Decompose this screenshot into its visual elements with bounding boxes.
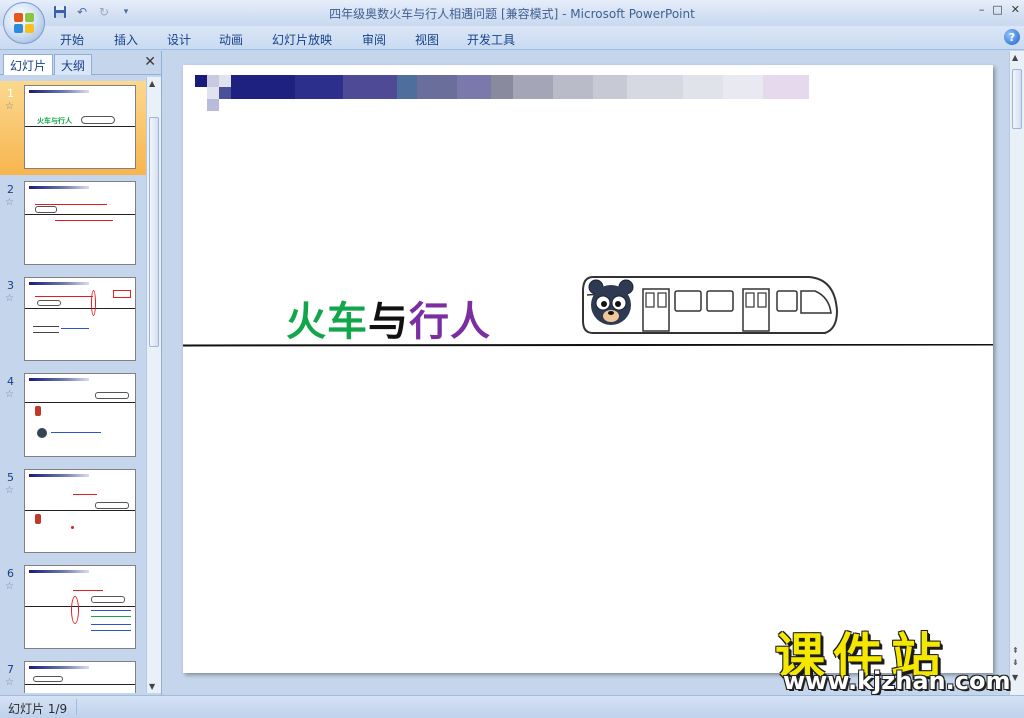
slide-counter: 幻灯片 1/9 [8,702,68,716]
slide-thumbnail-6[interactable]: 6 ☆ [0,561,146,655]
thumbnail-list: 1 ☆ 火车与行人 2 ☆ 3 ☆ 4 ☆ 5 ☆ 6 ☆ 7 ☆ [0,77,146,693]
slide-thumbnail-4[interactable]: 4 ☆ [0,369,146,463]
slide-editing-area: 火车与行人 [163,51,1009,695]
window-controls: – □ ✕ [979,3,1020,16]
slide-preview: 火车与行人 [24,85,136,169]
slides-pane: 幻灯片 大纲 ✕ 1 ☆ 火车与行人 2 ☆ 3 ☆ 4 ☆ 5 ☆ 6 ☆ 7… [0,51,162,695]
tab-view[interactable]: 视图 [415,31,439,48]
status-divider [76,699,77,715]
pane-tabs: 幻灯片 大纲 ✕ [0,51,162,75]
watermark-url: www.kjzhan.com [783,667,1011,695]
slide-thumbnail-2[interactable]: 2 ☆ [0,177,146,271]
scroll-up-icon[interactable]: ▲ [149,79,155,88]
help-icon[interactable]: ? [1004,29,1020,45]
tab-outline[interactable]: 大纲 [54,54,93,75]
slide-number: 2 [7,183,14,196]
pane-close-icon[interactable]: ✕ [144,54,156,70]
slide-preview [24,469,136,553]
office-logo-icon [14,13,34,33]
slide-preview [24,661,136,693]
tab-animations[interactable]: 动画 [219,31,243,48]
tab-slideshow[interactable]: 幻灯片放映 [272,31,332,48]
animation-star-icon: ☆ [5,389,14,400]
title-bar: ↶ ↻ ▾ 四年级奥数火车与行人相遇问题 [兼容模式] - Microsoft … [0,0,1024,26]
scroll-down-icon[interactable]: ▼ [149,682,155,691]
ground-line [183,344,993,347]
slide-preview [24,565,136,649]
window-title: 四年级奥数火车与行人相遇问题 [兼容模式] - Microsoft PowerP… [329,7,695,21]
slide-number: 4 [7,375,14,388]
tab-slides[interactable]: 幻灯片 [3,54,54,75]
title-part-and: 与 [368,299,409,345]
slide-preview [24,373,136,457]
thumbnail-scrollbar[interactable]: ▲ ▼ [146,77,161,693]
slide-thumbnail-3[interactable]: 3 ☆ [0,273,146,367]
slide-preview [24,277,136,361]
animation-star-icon: ☆ [5,581,14,592]
slide-thumbnail-5[interactable]: 5 ☆ [0,465,146,559]
title-part-train: 火车 [286,299,368,345]
tab-home[interactable]: 开始 [60,31,84,48]
office-button[interactable] [3,2,45,44]
animation-star-icon: ☆ [5,293,14,304]
slide-scrollbar[interactable]: ▲ ⇞ ⇟ ▼ [1009,51,1024,695]
ribbon-tabs: 开始 插入 设计 动画 幻灯片放映 审阅 视图 开发工具 ? [0,26,1024,50]
animation-star-icon: ☆ [5,677,14,688]
current-slide[interactable]: 火车与行人 [183,65,993,673]
minimize-button[interactable]: – [979,3,985,16]
slide-title[interactable]: 火车与行人 [286,289,491,347]
thumb-title: 火车与行人 [37,117,72,125]
animation-star-icon: ☆ [5,197,14,208]
tab-insert[interactable]: 插入 [114,31,138,48]
tab-design[interactable]: 设计 [167,31,191,48]
tab-developer[interactable]: 开发工具 [467,31,515,48]
restore-button[interactable]: □ [992,3,1002,16]
slide-number: 1 [7,87,14,100]
site-watermark: 课件站 www.kjzhan.com [775,617,1015,697]
status-bar: 幻灯片 1/9 [0,695,1024,718]
title-part-pedestrian: 行人 [409,299,491,345]
animation-star-icon: ☆ [5,485,14,496]
animation-star-icon: ☆ [5,101,14,112]
slide-number: 7 [7,663,14,676]
slide-thumbnail-1[interactable]: 1 ☆ 火车与行人 [0,81,146,175]
scrollbar-thumb[interactable] [149,117,159,347]
slide-thumbnail-7[interactable]: 7 ☆ [0,657,146,693]
close-button[interactable]: ✕ [1011,3,1020,16]
train-illustration[interactable] [579,275,841,341]
scroll-up-icon[interactable]: ▲ [1012,53,1018,62]
slide-number: 3 [7,279,14,292]
tab-review[interactable]: 审阅 [362,31,386,48]
slide-preview [24,181,136,265]
slide-number: 5 [7,471,14,484]
scrollbar-thumb[interactable] [1012,69,1022,129]
header-decoration [195,75,809,111]
slide-number: 6 [7,567,14,580]
